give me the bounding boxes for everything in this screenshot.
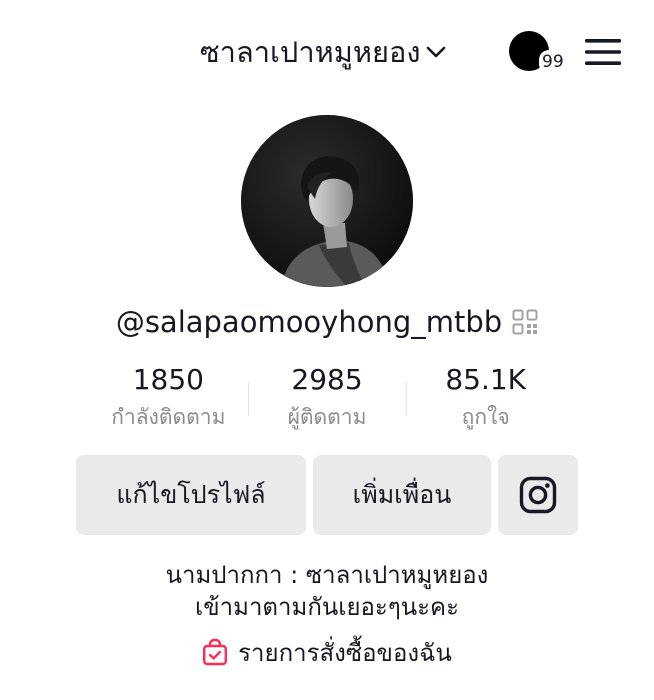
profile-photo-image — [241, 115, 413, 287]
account-switcher[interactable]: ซาลาเปาหมูหยอง — [200, 30, 447, 74]
following-stat[interactable]: 1850 กำลังติดตาม — [89, 360, 248, 440]
shopping-bag-icon — [203, 638, 228, 666]
following-count: 1850 — [132, 363, 204, 396]
chevron-down-icon — [426, 46, 445, 58]
notification-count-badge: 99 — [539, 50, 567, 74]
qr-code-icon[interactable] — [512, 309, 538, 335]
profile-page: ซาลาเปาหมูหยอง 99 @salapaomooyhong_mtbb … — [0, 0, 654, 700]
profile-avatar[interactable] — [241, 115, 413, 287]
notification-avatar[interactable]: 99 — [509, 31, 567, 75]
bio-line-2: เข้ามาตามกันเยอะๆนะคะ — [195, 593, 459, 621]
instagram-icon — [519, 476, 557, 514]
likes-count: 85.1K — [445, 363, 527, 396]
edit-profile-label: แก้ไขโปรไฟล์ — [116, 480, 266, 509]
stats-row: 1850 กำลังติดตาม 2985 ผู้ติดตาม 85.1K ถู… — [89, 360, 565, 440]
edit-profile-button[interactable]: แก้ไขโปรไฟล์ — [76, 455, 306, 535]
followers-label: ผู้ติดตาม — [287, 405, 367, 429]
add-friends-button[interactable]: เพิ่มเพื่อน — [313, 455, 491, 535]
account-name: ซาลาเปาหมูหยอง — [200, 35, 421, 69]
username-row: @salapaomooyhong_mtbb — [0, 300, 654, 344]
followers-stat[interactable]: 2985 ผู้ติดตาม — [247, 360, 407, 440]
my-orders-link[interactable]: รายการสั่งซื้อของฉัน — [0, 632, 654, 672]
likes-stat[interactable]: 85.1K ถูกใจ — [406, 360, 565, 440]
following-label: กำลังติดตาม — [111, 405, 226, 429]
add-friends-label: เพิ่มเพื่อน — [352, 480, 452, 509]
followers-count: 2985 — [291, 363, 363, 396]
menu-icon[interactable] — [585, 36, 621, 68]
my-orders-label: รายการสั่งซื้อของฉัน — [238, 638, 452, 667]
instagram-button[interactable] — [498, 455, 578, 535]
username: @salapaomooyhong_mtbb — [115, 305, 503, 339]
likes-label: ถูกใจ — [461, 405, 510, 429]
